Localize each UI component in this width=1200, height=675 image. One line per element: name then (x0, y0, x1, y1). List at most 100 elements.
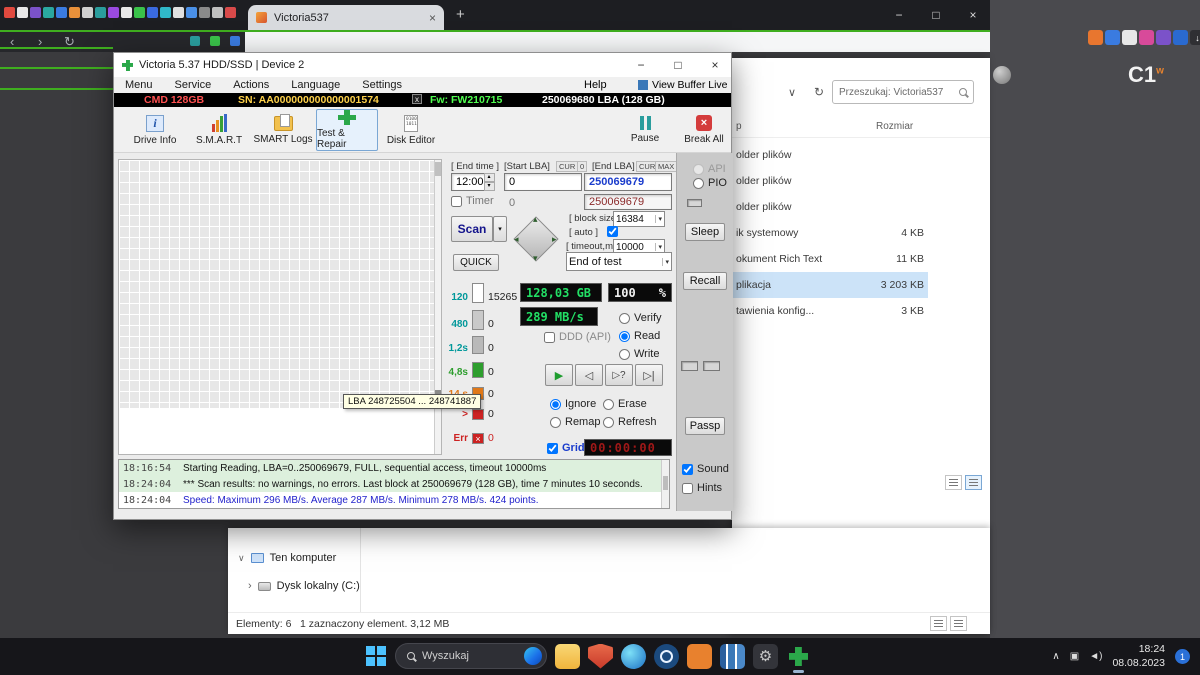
column-rozmiar[interactable]: Rozmiar (876, 121, 913, 132)
tree-item-this-pc[interactable]: ∨ Ten komputer (238, 552, 336, 564)
spinner-buttons[interactable]: ▴ ▾ (483, 173, 495, 191)
max-chip[interactable]: MAX (655, 161, 678, 172)
dpad-down-icon[interactable]: ▾ (533, 253, 538, 264)
refresh-icon[interactable]: ↻ (814, 85, 824, 99)
hints-checkbox[interactable]: Hints (682, 482, 722, 494)
menu-item[interactable]: Service (164, 79, 223, 91)
view-buffer-live[interactable]: View Buffer Live (638, 79, 728, 91)
timer-check[interactable] (451, 195, 462, 207)
taskbar-app-icon[interactable] (720, 643, 745, 669)
taskbar-app-icon[interactable] (621, 643, 646, 669)
timer-checkbox[interactable]: Timer (451, 195, 494, 207)
ignore-radio[interactable]: Ignore (550, 398, 596, 410)
taskbar-app-icon[interactable] (654, 643, 679, 669)
chevron-right-icon[interactable]: › (248, 580, 252, 592)
sleep-button[interactable]: Sleep (685, 223, 725, 241)
remap-radio[interactable]: Remap (550, 416, 600, 428)
toolbar-icon[interactable] (230, 36, 240, 46)
recall-button[interactable]: Recall (683, 272, 727, 290)
serial-close-icon[interactable]: x (412, 94, 422, 104)
taskbar-clock[interactable]: 18:24 08.08.2023 (1112, 643, 1165, 670)
bookmark-icon[interactable] (173, 7, 184, 18)
bookmark-icon[interactable] (160, 7, 171, 18)
tray-chevron-icon[interactable]: ∧ (1052, 651, 1059, 662)
disk-editor-button[interactable]: 010011 101100 Disk Editor (380, 109, 442, 151)
scan-button[interactable]: Scan (451, 216, 493, 242)
extension-icon[interactable] (1122, 30, 1137, 45)
taskbar-app-icon[interactable] (588, 643, 613, 669)
minimize-button[interactable]: − (623, 53, 659, 77)
bookmark-icon[interactable] (17, 7, 28, 18)
grid-check[interactable] (547, 442, 558, 454)
bookmark-icon[interactable] (134, 7, 145, 18)
extension-icon[interactable] (1173, 30, 1188, 45)
read-radio[interactable]: Read (619, 330, 660, 342)
browser-tab[interactable]: Victoria537 × (248, 5, 444, 30)
log-scrollbar[interactable] (661, 460, 669, 508)
bookmark-icon[interactable] (147, 7, 158, 18)
taskbar-app-icon[interactable] (687, 643, 712, 669)
view-list-toggle[interactable] (930, 616, 947, 631)
quick-button[interactable]: QUICK (453, 254, 499, 271)
dpad-right-icon[interactable]: ▸ (552, 234, 557, 245)
verify-radio-input[interactable] (619, 312, 630, 324)
extension-icon[interactable] (1139, 30, 1154, 45)
api-radio-input[interactable] (693, 163, 704, 175)
zero-chip[interactable]: 0 (577, 161, 588, 172)
verify-radio[interactable]: Verify (619, 312, 662, 324)
explorer-search-input[interactable]: Przeszukaj: Victoria537 (832, 80, 974, 104)
extension-icon[interactable] (1156, 30, 1171, 45)
volume-icon[interactable]: ◄) (1089, 651, 1102, 662)
column-typ[interactable]: p (736, 121, 742, 132)
block-size-select[interactable]: 16384 ▾ (613, 211, 665, 227)
write-radio-input[interactable] (619, 348, 630, 360)
file-row[interactable]: okument Rich Text 11 KB (732, 246, 928, 272)
remap-radio-input[interactable] (550, 416, 561, 428)
auto-checkbox[interactable] (607, 226, 618, 237)
pane-divider[interactable] (360, 528, 361, 612)
start-lba-input[interactable]: 0 (504, 173, 582, 191)
bookmark-icon[interactable] (69, 7, 80, 18)
grid-scrollbar[interactable] (434, 160, 441, 454)
erase-radio-input[interactable] (603, 398, 614, 410)
bing-icon[interactable] (524, 647, 542, 665)
read-radio-input[interactable] (619, 330, 630, 342)
test-repair-button[interactable]: Test & Repair (316, 109, 378, 151)
taskbar-app-icon[interactable] (555, 643, 580, 669)
taskbar-app-icon[interactable] (786, 644, 811, 673)
notification-badge[interactable]: 1 (1175, 649, 1190, 664)
hints-check[interactable] (682, 482, 693, 494)
bookmark-icon[interactable] (212, 7, 223, 18)
pio-radio-input[interactable] (693, 177, 704, 189)
scrollbar-thumb[interactable] (663, 476, 668, 490)
write-radio[interactable]: Write (619, 348, 659, 360)
view-list-toggle[interactable] (945, 475, 962, 490)
file-row[interactable]: older plików (732, 168, 928, 194)
bookmark-icon[interactable] (108, 7, 119, 18)
file-row[interactable]: tawienia konfig... 3 KB (732, 298, 928, 324)
chevron-down-icon[interactable]: ∨ (788, 86, 796, 99)
to-end-button[interactable]: ▷| (635, 364, 663, 386)
extension-icon[interactable] (1105, 30, 1120, 45)
close-button[interactable]: × (697, 53, 733, 77)
menu-item-help[interactable]: Help (584, 79, 607, 91)
new-tab-button[interactable]: + (456, 6, 465, 23)
menu-item[interactable]: Settings (351, 79, 413, 91)
view-details-toggle[interactable] (965, 475, 982, 490)
maximize-button[interactable]: □ (660, 53, 696, 77)
bookmark-icon[interactable] (121, 7, 132, 18)
tab-close-icon[interactable]: × (429, 11, 436, 25)
sound-checkbox[interactable]: Sound (682, 463, 729, 475)
extension-icon[interactable]: ↓ (1190, 30, 1200, 45)
grid-checkbox[interactable]: Grid (547, 442, 585, 454)
browser-close-button[interactable]: × (959, 3, 987, 27)
bookmark-icon[interactable] (4, 7, 15, 18)
refresh-radio-input[interactable] (603, 416, 614, 428)
ddd-checkbox[interactable]: DDD (API) (544, 331, 611, 343)
passp-button[interactable]: Passp (685, 417, 725, 435)
drive-info-button[interactable]: i Drive Info (124, 109, 186, 151)
smart-button[interactable]: S.M.A.R.T (188, 109, 250, 151)
extension-icon[interactable] (1088, 30, 1103, 45)
ignore-radio-input[interactable] (550, 398, 561, 410)
file-row[interactable]: older plików (732, 142, 928, 168)
